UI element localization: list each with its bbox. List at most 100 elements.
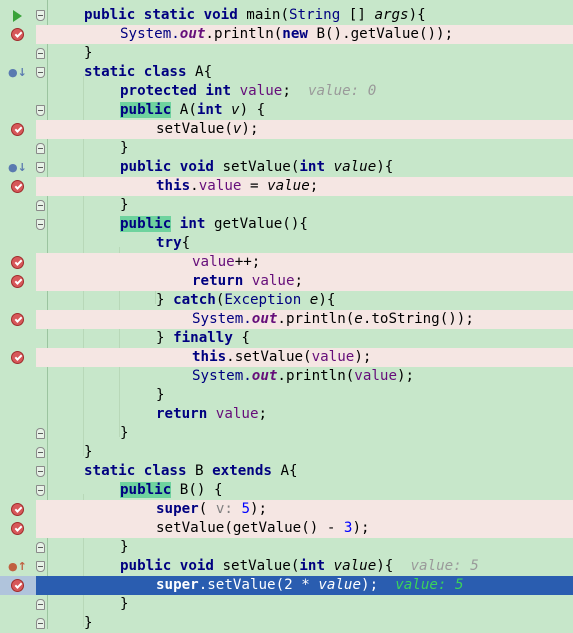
code-line[interactable]: public B() {: [0, 481, 573, 500]
gutter[interactable]: [0, 500, 36, 519]
fold-start-icon[interactable]: [36, 219, 45, 230]
run-icon[interactable]: [13, 10, 22, 22]
gutter[interactable]: [0, 443, 36, 462]
gutter[interactable]: [0, 462, 36, 481]
code-line[interactable]: return value;: [0, 405, 573, 424]
breakpoint-icon[interactable]: [11, 351, 24, 364]
gutter[interactable]: [0, 215, 36, 234]
gutter[interactable]: [0, 519, 36, 538]
code-line[interactable]: setValue(v);: [0, 120, 573, 139]
fold-start-icon[interactable]: [36, 162, 45, 173]
code-line[interactable]: }: [0, 44, 573, 63]
code-line[interactable]: this.value = value;: [0, 177, 573, 196]
fold-start-icon[interactable]: [36, 561, 45, 572]
code-line[interactable]: return value;: [0, 272, 573, 291]
gutter[interactable]: [0, 310, 36, 329]
breakpoint-icon[interactable]: [11, 275, 24, 288]
code-line[interactable]: setValue(getValue() - 3);: [0, 519, 573, 538]
gutter[interactable]: [0, 44, 36, 63]
gutter[interactable]: [0, 177, 36, 196]
gutter[interactable]: [0, 196, 36, 215]
fold-end-icon[interactable]: [36, 542, 45, 553]
code-line[interactable]: System.out.println(e.toString());: [0, 310, 573, 329]
fold-start-icon[interactable]: [36, 105, 45, 116]
code-line[interactable]: System.out.println(value);: [0, 367, 573, 386]
gutter[interactable]: [0, 386, 36, 405]
code-line[interactable]: System.out.println(new B().getValue());: [0, 25, 573, 44]
code-line[interactable]: ●↑ public void setValue(int value){ valu…: [0, 557, 573, 576]
gutter[interactable]: [0, 82, 36, 101]
code-line[interactable]: public A(int v) {: [0, 101, 573, 120]
gutter[interactable]: [0, 576, 36, 595]
gutter[interactable]: [0, 614, 36, 633]
fold-end-icon[interactable]: [36, 599, 45, 610]
gutter[interactable]: [0, 424, 36, 443]
gutter[interactable]: [0, 481, 36, 500]
fold-end-icon[interactable]: [36, 428, 45, 439]
gutter[interactable]: [0, 291, 36, 310]
code-line[interactable]: }: [0, 424, 573, 443]
gutter[interactable]: [0, 595, 36, 614]
fold-end-icon[interactable]: [36, 143, 45, 154]
overridden-down-icon[interactable]: ●↓: [8, 161, 30, 175]
gutter[interactable]: [0, 120, 36, 139]
code-line[interactable]: ●↓ static class A{: [0, 63, 573, 82]
code-line[interactable]: try{: [0, 234, 573, 253]
breakpoint-icon[interactable]: [11, 123, 24, 136]
code-line[interactable]: }: [0, 139, 573, 158]
fold-start-icon[interactable]: [36, 67, 45, 78]
gutter[interactable]: [0, 348, 36, 367]
code-line[interactable]: value++;: [0, 253, 573, 272]
fold-end-icon[interactable]: [36, 447, 45, 458]
breakpoint-icon[interactable]: [11, 256, 24, 269]
gutter[interactable]: [0, 101, 36, 120]
code-editor[interactable]: public static void main(String [] args){…: [0, 0, 573, 633]
code-line[interactable]: }: [0, 386, 573, 405]
gutter[interactable]: [0, 25, 36, 44]
line-code: protected int value; value: 0: [120, 82, 376, 101]
code-line[interactable]: }: [0, 614, 573, 633]
breakpoint-icon[interactable]: [11, 503, 24, 516]
gutter[interactable]: [0, 538, 36, 557]
implemented-down-icon[interactable]: ●↓: [8, 66, 30, 80]
punct: ){: [376, 558, 394, 574]
breakpoint-icon[interactable]: [11, 522, 24, 535]
fold-end-icon[interactable]: [36, 618, 45, 629]
code-line[interactable]: public int getValue(){: [0, 215, 573, 234]
gutter[interactable]: [0, 329, 36, 348]
gutter[interactable]: [0, 272, 36, 291]
breakpoint-icon[interactable]: [11, 28, 24, 41]
code-line[interactable]: }: [0, 196, 573, 215]
gutter[interactable]: [0, 253, 36, 272]
code-line[interactable]: }: [0, 443, 573, 462]
fold-start-icon[interactable]: [36, 485, 45, 496]
fold-end-icon[interactable]: [36, 48, 45, 59]
code-line[interactable]: }: [0, 538, 573, 557]
gutter[interactable]: [0, 139, 36, 158]
breakpoint-icon[interactable]: [11, 180, 24, 193]
code-line[interactable]: public static void main(String [] args){: [0, 6, 573, 25]
breakpoint-icon[interactable]: [11, 313, 24, 326]
gutter[interactable]: ●↑: [0, 557, 36, 576]
fold-start-icon[interactable]: [36, 466, 45, 477]
code-line[interactable]: super( v: 5);: [0, 500, 573, 519]
code-line[interactable]: ●↓ public void setValue(int value){: [0, 158, 573, 177]
gutter[interactable]: ●↓: [0, 158, 36, 177]
punct: ) {: [239, 102, 266, 118]
code-line[interactable]: } finally {: [0, 329, 573, 348]
overrides-up-icon[interactable]: ●↑: [8, 560, 30, 574]
code-line[interactable]: }: [0, 595, 573, 614]
fold-start-icon[interactable]: [36, 10, 45, 21]
current-execution-line[interactable]: super.setValue(2 * value); value: 5: [0, 576, 573, 595]
code-line[interactable]: static class B extends A{: [0, 462, 573, 481]
breakpoint-icon[interactable]: [11, 579, 24, 592]
fold-end-icon[interactable]: [36, 200, 45, 211]
code-line[interactable]: this.setValue(value);: [0, 348, 573, 367]
code-line[interactable]: protected int value; value: 0: [0, 82, 573, 101]
gutter[interactable]: [0, 405, 36, 424]
gutter[interactable]: [0, 6, 36, 25]
gutter[interactable]: [0, 367, 36, 386]
code-line[interactable]: } catch(Exception e){: [0, 291, 573, 310]
gutter[interactable]: [0, 234, 36, 253]
gutter[interactable]: ●↓: [0, 63, 36, 82]
